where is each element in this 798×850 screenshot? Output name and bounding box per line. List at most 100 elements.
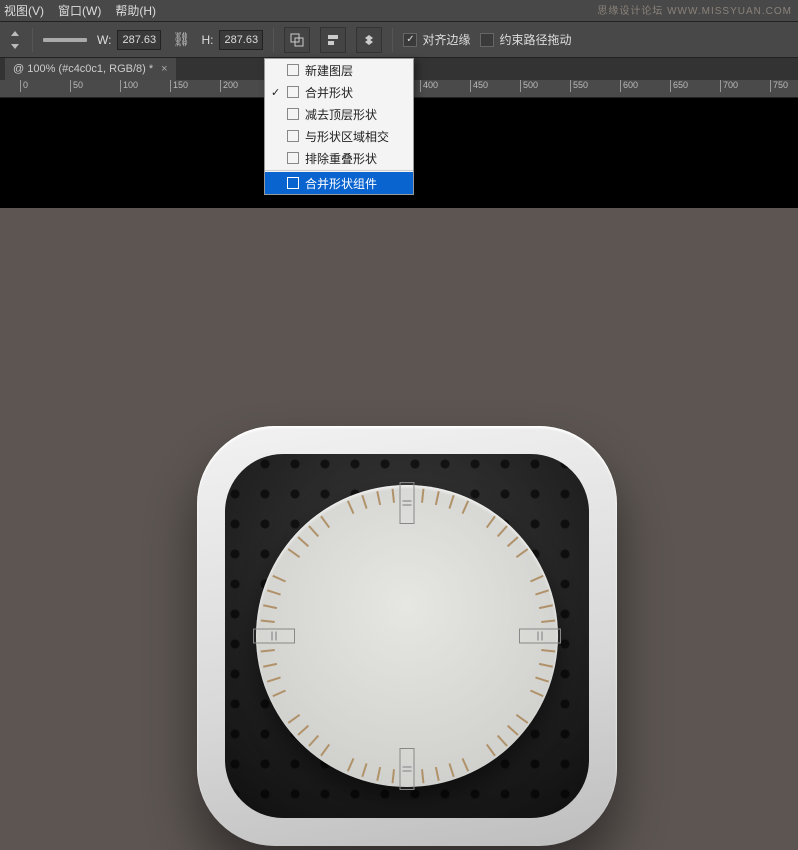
tick [297,725,309,736]
selection-handle[interactable] [519,629,561,644]
path-operations-icon[interactable] [284,27,310,53]
tick-marks [256,485,558,787]
dropdown-item[interactable]: 与形状区域相交 [265,125,413,147]
dropdown-label: 与形状区域相交 [305,128,389,145]
tick [263,663,277,668]
tab-title: @ 100% (#c4c0c1, RGB/8) * [13,63,153,75]
constrain-checkbox[interactable]: 约束路径拖动 [480,31,571,48]
menu-window[interactable]: 窗口(W) [58,2,101,19]
tick [541,620,555,623]
dropdown-label: 减去顶层形状 [305,106,377,123]
clock-dial [256,485,558,787]
width-group: W: [97,22,161,57]
tick [530,575,544,583]
tick [507,536,519,547]
tick [376,491,381,505]
tick [288,714,301,724]
align-edges-label: 对齐边缘 [422,31,470,48]
align-edges-checkbox[interactable]: ✓ 对齐边缘 [403,31,470,48]
shape-icon [287,130,299,142]
shape-icon [287,177,299,189]
watermark: 思缘设计论坛 WWW.MISSYUAN.COM [597,2,792,17]
height-input[interactable] [219,30,263,50]
options-bar: W: ⛓ H: ✓ 对齐边缘 约束路径拖动 [0,22,798,58]
tick [297,536,309,547]
divider [392,28,393,52]
options-chevron[interactable] [8,31,22,49]
menu-view[interactable]: 视图(V) [4,2,44,19]
tick [535,589,549,595]
shape-icon [287,108,299,120]
tick [435,491,440,505]
tick [347,500,355,514]
tick [392,769,395,783]
tick [535,676,549,682]
align-icon[interactable] [320,27,346,53]
tick [421,769,424,783]
selection-handle[interactable] [253,629,295,644]
tick [516,714,529,724]
tick [481,507,483,508]
tick [308,735,319,747]
check-icon: ✓ [271,86,280,99]
tick [347,758,355,772]
tick [288,548,301,558]
tick [497,525,508,537]
artwork-box [197,426,617,846]
tick [481,764,483,765]
tick [539,604,553,609]
dropdown-label: 新建图层 [305,62,353,79]
close-icon[interactable]: × [161,63,167,75]
tick [516,548,529,558]
ruler-tick: 50 [70,80,83,92]
dropdown-item[interactable]: 新建图层 [265,59,413,81]
selection-handle[interactable] [400,482,415,524]
width-input[interactable] [117,30,161,50]
arrange-icon[interactable] [356,27,382,53]
ruler-tick: 200 [220,80,238,92]
tick [486,744,496,757]
menu-help[interactable]: 帮助(H) [115,2,156,19]
tick [333,507,335,508]
tick [267,589,281,595]
ruler-tick: 150 [170,80,188,92]
artwork-inner [225,454,589,818]
tick [448,763,454,777]
dropdown-item[interactable]: ✓ 合并形状 [265,81,413,103]
tick [376,767,381,781]
link-icon[interactable]: ⛓ [171,30,191,50]
ruler-tick: 400 [420,80,438,92]
dropdown-item-highlighted[interactable]: 合并形状组件 [265,172,413,194]
shape-icon [287,64,299,76]
dropdown-label: 合并形状组件 [305,175,377,192]
selection-handle[interactable] [400,748,415,790]
width-label: W: [97,33,111,47]
tick [279,561,280,563]
tick [261,620,275,623]
tick [462,500,470,514]
divider [265,170,413,171]
document-tab[interactable]: @ 100% (#c4c0c1, RGB/8) * × [5,58,176,80]
box-icon [480,33,494,47]
stroke-preview[interactable] [43,38,87,42]
divider [273,28,274,52]
shape-icon [287,86,299,98]
check-icon: ✓ [403,33,417,47]
tick [261,649,275,652]
ruler-tick: 500 [520,80,538,92]
tick [279,709,280,711]
tick [361,495,367,509]
dropdown-label: 合并形状 [305,84,353,101]
canvas[interactable] [0,98,798,850]
divider [32,28,33,52]
tick [435,767,440,781]
ruler-tick: 650 [670,80,688,92]
dropdown-item[interactable]: 减去顶层形状 [265,103,413,125]
path-op-dropdown: 新建图层 ✓ 合并形状减去顶层形状与形状区域相交排除重叠形状合并形状组件 [264,58,414,195]
ruler-tick: 0 [20,80,28,92]
dropdown-item[interactable]: 排除重叠形状 [265,147,413,169]
tick [272,575,286,583]
tick [539,663,553,668]
ruler-tick: 100 [120,80,138,92]
height-group: H: [201,22,263,57]
